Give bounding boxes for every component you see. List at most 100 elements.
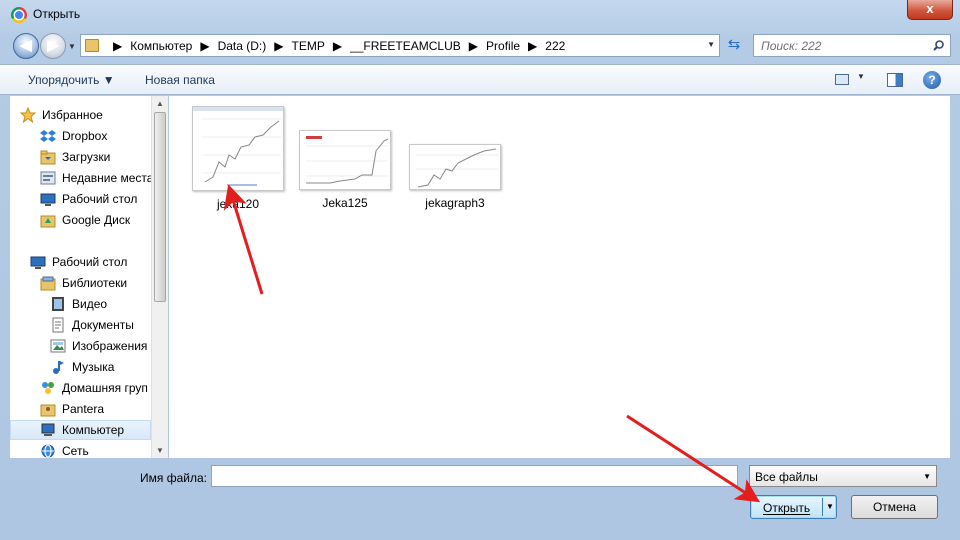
nav-item-label: Избранное xyxy=(42,108,103,122)
nav-item-recent-places[interactable]: Недавние места xyxy=(10,168,151,188)
preview-pane-button[interactable] xyxy=(887,73,903,87)
file-item-jeka125[interactable]: Jeka125 xyxy=(287,130,403,210)
video-icon xyxy=(52,297,64,311)
refresh-button[interactable]: ⇆ xyxy=(724,35,744,55)
homegroup-icon xyxy=(42,382,54,394)
scroll-up-icon[interactable]: ▲ xyxy=(156,99,164,108)
nav-item-favorites[interactable]: Избранное xyxy=(10,105,151,125)
recent-places-icon xyxy=(40,171,56,185)
nav-item-label: Google Диск xyxy=(62,213,131,227)
nav-item-label: Dropbox xyxy=(62,129,108,143)
file-name: jekagraph3 xyxy=(425,196,485,210)
view-icon xyxy=(835,74,849,85)
chevron-down-icon[interactable]: ▼ xyxy=(923,472,931,481)
title-bar: Открыть x xyxy=(0,0,960,30)
breadcrumb: ▶ Компьютер ▶ Data (D:) ▶ TEMP ▶ __FREET… xyxy=(105,35,565,56)
chrome-icon xyxy=(11,7,27,23)
forward-button[interactable]: ▶ xyxy=(40,33,66,59)
filename-label: Имя файла: xyxy=(140,471,207,485)
change-view-button[interactable]: ▼ xyxy=(833,72,869,88)
documents-icon xyxy=(52,317,64,333)
nav-item-video[interactable]: Видео xyxy=(10,294,151,314)
dropbox-icon xyxy=(40,130,56,142)
file-name: Jeka125 xyxy=(322,196,368,210)
nav-item-label: Домашняя груп xyxy=(62,381,148,395)
nav-item-desktop-favorite[interactable]: Рабочий стол xyxy=(10,189,151,209)
chart-thumbnail-icon xyxy=(416,148,498,188)
nav-item-label: Музыка xyxy=(72,360,115,374)
breadcrumb-separator-icon[interactable]: ▶ xyxy=(528,39,537,53)
navigation-scrollbar[interactable]: ▲ ▼ xyxy=(151,96,168,458)
desktop-icon xyxy=(40,193,56,206)
file-thumbnail xyxy=(299,130,391,190)
nav-item-label: Изображения xyxy=(72,339,148,353)
file-list: jeka120 Jeka125 jekagraph3 xyxy=(169,96,950,458)
nav-item-label: Видео xyxy=(72,297,108,311)
breadcrumb-separator-icon[interactable]: ▶ xyxy=(113,39,122,53)
file-item-jekagraph3[interactable]: jekagraph3 xyxy=(397,144,513,210)
breadcrumb-separator-icon[interactable]: ▶ xyxy=(200,39,209,53)
cancel-button[interactable]: Отмена xyxy=(851,495,938,519)
nav-item-label: Рабочий стол xyxy=(52,255,128,269)
new-folder-button[interactable]: Новая папка xyxy=(145,73,215,87)
breadcrumb-separator-icon[interactable]: ▶ xyxy=(274,39,283,53)
breadcrumb-computer[interactable]: Компьютер xyxy=(130,39,192,53)
nav-item-dropbox[interactable]: Dropbox xyxy=(10,126,151,146)
view-dropdown-icon[interactable]: ▼ xyxy=(857,72,865,81)
open-button-label: Открыть xyxy=(763,501,811,515)
filename-input[interactable] xyxy=(211,465,738,487)
scroll-down-icon[interactable]: ▼ xyxy=(156,446,164,455)
breadcrumb-222[interactable]: 222 xyxy=(545,39,565,53)
breadcrumb-data-drive[interactable]: Data (D:) xyxy=(218,39,267,53)
nav-item-computer[interactable]: Компьютер xyxy=(10,420,151,440)
nav-item-documents[interactable]: Документы xyxy=(10,315,151,335)
nav-item-label: Загрузки xyxy=(62,150,111,164)
breadcrumb-freeteamclub[interactable]: __FREETEAMCLUB xyxy=(350,39,461,53)
address-row: ◀ ▶ ▼ ▶ Компьютер ▶ Data (D:) ▶ TEMP ▶ _… xyxy=(0,30,960,62)
user-folder-icon xyxy=(40,404,56,417)
nav-item-label: Рабочий стол xyxy=(62,192,138,206)
nav-item-label: Недавние места xyxy=(62,171,151,185)
downloads-folder-icon xyxy=(40,150,56,165)
search-input[interactable]: Поиск: 222 xyxy=(753,34,951,57)
navigation-pane: Избранное Dropbox Загрузки Недавние мест… xyxy=(10,96,151,458)
nav-item-libraries[interactable]: Библиотеки xyxy=(10,273,151,293)
network-icon xyxy=(41,444,55,458)
open-options-dropdown-icon[interactable]: ▼ xyxy=(826,502,834,511)
nav-item-desktop[interactable]: Рабочий стол xyxy=(10,252,151,272)
breadcrumb-separator-icon[interactable]: ▶ xyxy=(333,39,342,53)
help-button[interactable]: ? xyxy=(923,71,941,89)
open-file-dialog: Открыть x ◀ ▶ ▼ ▶ Компьютер ▶ Data (D:) … xyxy=(0,0,960,540)
nav-item-pictures[interactable]: Изображения xyxy=(10,336,151,356)
back-button[interactable]: ◀ xyxy=(13,33,39,59)
search-icon[interactable] xyxy=(933,40,944,51)
desktop-icon xyxy=(30,256,46,269)
breadcrumb-profile[interactable]: Profile xyxy=(486,39,520,53)
nav-item-pantera[interactable]: Pantera xyxy=(10,399,151,419)
organize-button[interactable]: Упорядочить ▼ xyxy=(28,73,115,87)
breadcrumb-separator-icon[interactable]: ▶ xyxy=(469,39,478,53)
scrollbar-thumb[interactable] xyxy=(154,112,166,302)
file-type-select[interactable]: Все файлы ▼ xyxy=(749,465,937,487)
nav-item-google-drive[interactable]: Google Диск xyxy=(10,210,151,230)
open-button[interactable]: Открыть ▼ xyxy=(750,495,837,519)
nav-item-downloads[interactable]: Загрузки xyxy=(10,147,151,167)
close-button[interactable]: x xyxy=(907,0,953,20)
file-thumbnail xyxy=(409,144,501,190)
star-icon xyxy=(20,107,36,123)
nav-item-label: Компьютер xyxy=(62,423,125,437)
recent-pages-dropdown-icon[interactable]: ▼ xyxy=(68,42,76,51)
nav-item-network[interactable]: Сеть xyxy=(10,441,151,458)
nav-item-music[interactable]: Музыка xyxy=(10,357,151,377)
nav-item-homegroup[interactable]: Домашняя груп xyxy=(10,378,151,398)
file-thumbnail xyxy=(192,106,284,191)
nav-item-label: Pantera xyxy=(62,402,105,416)
breadcrumb-temp[interactable]: TEMP xyxy=(292,39,325,53)
command-bar: Упорядочить ▼ Новая папка ▼ ? xyxy=(0,64,960,95)
chart-thumbnail-icon xyxy=(193,107,283,186)
computer-icon xyxy=(41,423,55,436)
file-item-jeka120[interactable]: jeka120 xyxy=(180,106,296,211)
address-bar[interactable]: ▶ Компьютер ▶ Data (D:) ▶ TEMP ▶ __FREET… xyxy=(80,34,720,57)
pictures-icon xyxy=(50,339,66,353)
address-history-dropdown-icon[interactable]: ▼ xyxy=(707,40,715,49)
